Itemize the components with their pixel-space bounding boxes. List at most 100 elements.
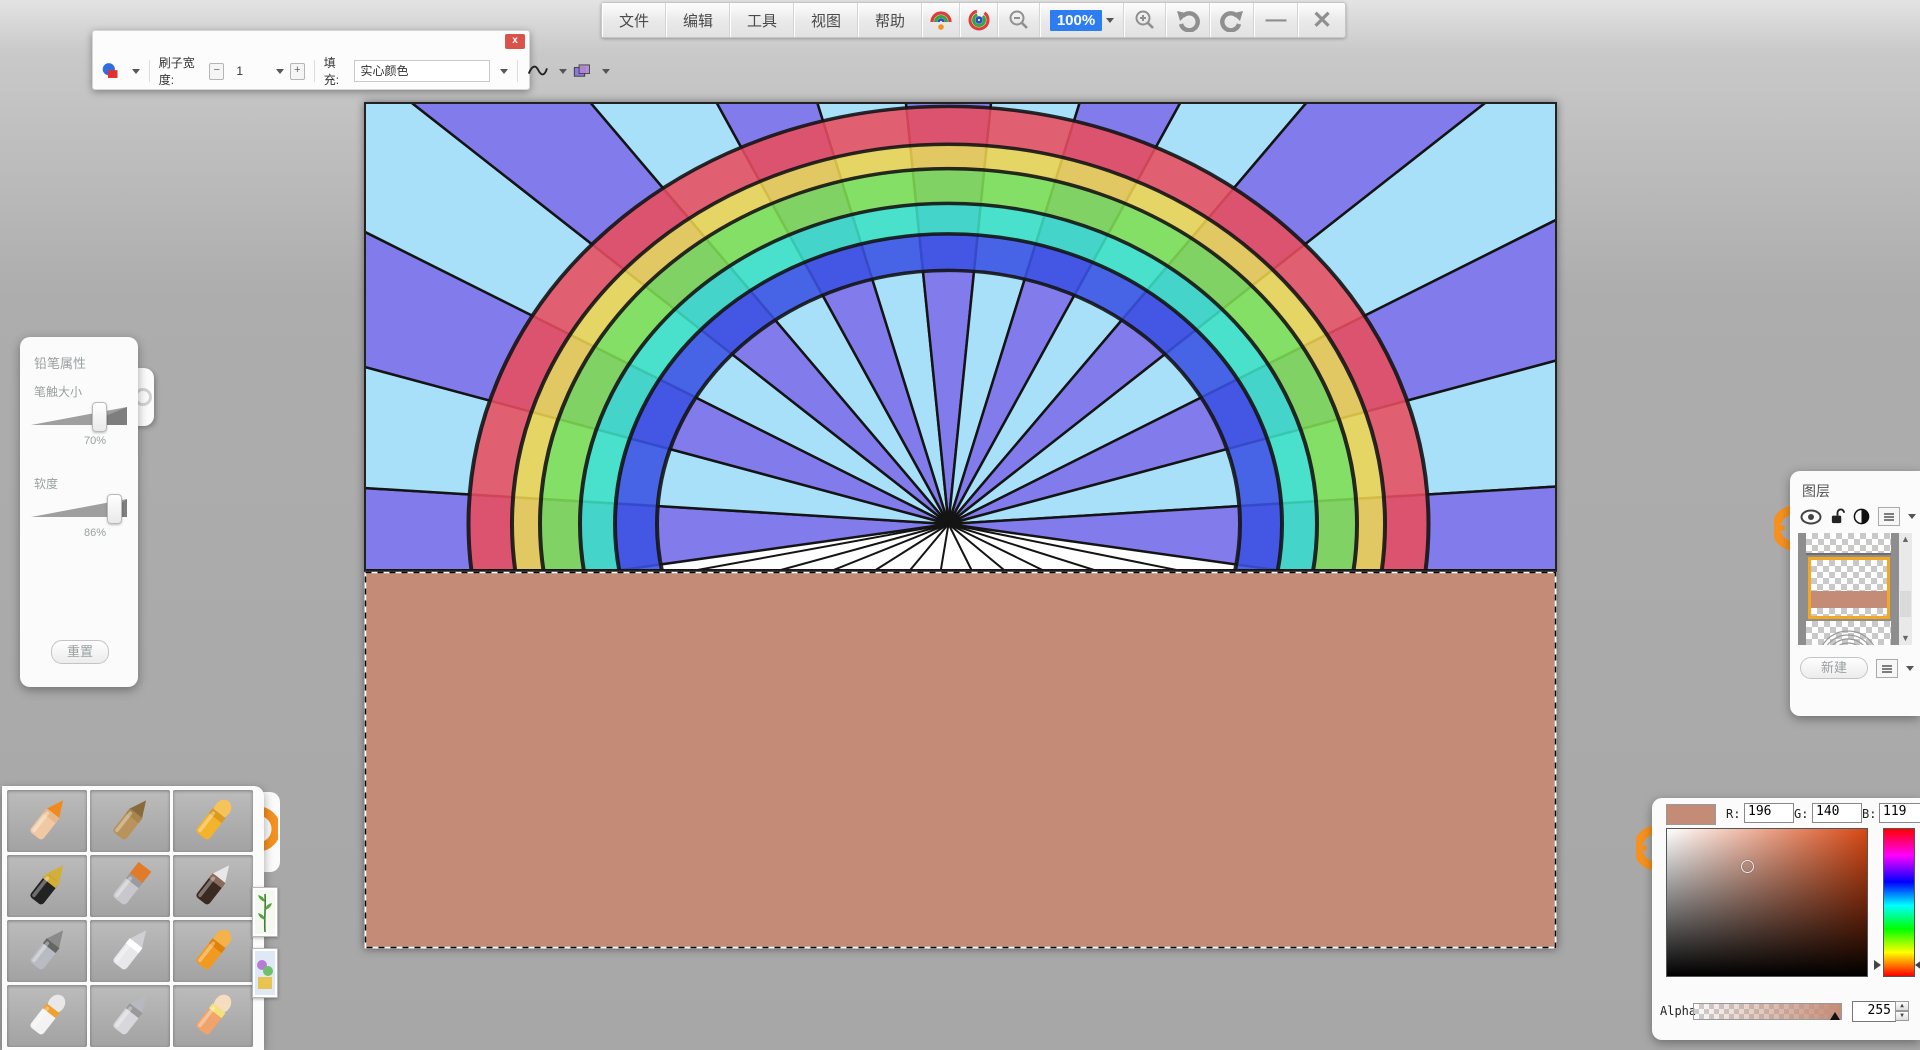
curve-dropdown-caret[interactable] (559, 69, 567, 74)
brush-width-value[interactable]: 1 (230, 64, 266, 78)
list-icon (1881, 664, 1893, 674)
layer-list-scrollbar[interactable]: ▲ ▼ (1899, 533, 1912, 645)
fill-mode-select[interactable]: 实心颜色 (354, 60, 491, 82)
tool-paint-roller[interactable] (173, 920, 253, 982)
tool-airbrush[interactable] (7, 920, 87, 982)
brush-width-decrease-button[interactable]: − (209, 63, 224, 80)
menu-help-label: 帮助 (875, 10, 905, 31)
shapes-dropdown-caret[interactable] (132, 69, 140, 74)
shapes-icon[interactable] (101, 61, 122, 81)
tool-crayon[interactable] (173, 790, 253, 852)
tool-paint-tube[interactable] (7, 985, 87, 1047)
reference-thumbnail-plant[interactable] (252, 887, 278, 937)
tools-grid (7, 790, 253, 1047)
zoom-level-field[interactable]: 100% (1050, 10, 1102, 31)
new-layer-button[interactable]: 新建 (1800, 657, 1868, 679)
menu-tools-label: 工具 (747, 10, 777, 31)
tool-ink-brush[interactable] (173, 855, 253, 917)
menu-help[interactable]: 帮助 (858, 3, 922, 37)
layer-thumb-ground-band (1811, 591, 1887, 608)
layers-blend-dropdown-caret[interactable] (602, 69, 610, 74)
zoom-in-icon (1134, 9, 1156, 31)
current-color-swatch (1666, 804, 1716, 825)
reference-thumbnail-picture[interactable] (252, 948, 278, 998)
divider (149, 60, 150, 82)
brush-size-label: 笔触大小 (34, 383, 82, 400)
scrollbar-thumb[interactable] (1900, 591, 1911, 617)
undo-button[interactable] (1166, 3, 1210, 37)
blue-input[interactable]: 119 (1879, 803, 1920, 823)
tool-flat-brush[interactable] (90, 855, 170, 917)
green-input[interactable]: 140 (1812, 803, 1862, 823)
brush-library-panel (2, 786, 264, 1050)
red-input[interactable]: 196 (1744, 803, 1794, 823)
redo-button[interactable] (1210, 3, 1254, 37)
tool-eraser[interactable] (173, 985, 253, 1047)
drawing-canvas[interactable] (364, 102, 1557, 949)
zoom-out-button[interactable] (998, 3, 1040, 37)
hue-slider[interactable] (1883, 828, 1915, 977)
brush-size-value: 70% (84, 435, 106, 447)
brush-width-dropdown-caret[interactable] (276, 69, 284, 74)
alpha-slider[interactable] (1693, 1003, 1842, 1020)
brush-size-slider[interactable] (31, 401, 127, 431)
pencil-properties-panel: 铅笔属性 笔触大小 70% 软度 86% 重置 (20, 337, 138, 687)
sv-cursor-icon[interactable] (1741, 860, 1754, 873)
close-button[interactable]: ✕ (1298, 3, 1345, 37)
layer-item-rainbow[interactable] (1806, 621, 1891, 645)
layer-list-options-button[interactable] (1876, 659, 1898, 678)
softness-slider[interactable] (31, 493, 127, 523)
zoom-level-control: 100% (1040, 3, 1124, 37)
tool-fountain-pen[interactable] (7, 855, 87, 917)
layer-menu-caret[interactable] (1908, 514, 1916, 519)
alpha-value-input[interactable]: 255 (1852, 1001, 1896, 1022)
brush-width-label: 刷子宽度: (159, 54, 204, 88)
zoom-dropdown-caret[interactable] (1106, 18, 1114, 23)
layer-menu-button[interactable] (1878, 507, 1900, 526)
hue-marker-right-icon[interactable] (1915, 960, 1920, 970)
fill-dropdown-caret[interactable] (500, 69, 508, 74)
tool-pencil[interactable] (7, 790, 87, 852)
alpha-decrement-button[interactable]: ▼ (1895, 1011, 1909, 1021)
divider (314, 60, 315, 82)
layers-blend-icon[interactable] (573, 62, 592, 80)
layer-visibility-eye-icon[interactable] (1800, 509, 1822, 525)
layer-item-top[interactable] (1806, 533, 1891, 555)
minimize-button[interactable]: — (1254, 3, 1298, 37)
softness-slider-thumb[interactable] (107, 494, 122, 524)
curve-smoothing-icon[interactable] (527, 62, 549, 80)
scroll-up-icon[interactable]: ▲ (1899, 533, 1912, 546)
layers-panel-title: 图层 (1802, 481, 1830, 501)
brush-toolbar-close-button[interactable]: x (505, 34, 525, 49)
menu-file[interactable]: 文件 (602, 3, 666, 37)
menu-edit[interactable]: 编辑 (666, 3, 730, 37)
layer-list-options-caret[interactable] (1906, 666, 1914, 671)
blue-label: B: (1862, 807, 1876, 821)
rainbow-face-icon[interactable] (922, 3, 960, 37)
list-icon (1883, 512, 1895, 522)
undo-icon (1176, 8, 1200, 32)
menu-edit-label: 编辑 (683, 10, 713, 31)
menu-view[interactable]: 视图 (794, 3, 858, 37)
scroll-down-icon[interactable]: ▼ (1899, 632, 1912, 645)
saturation-value-picker[interactable] (1666, 828, 1868, 977)
zoom-in-button[interactable] (1124, 3, 1166, 37)
menu-file-label: 文件 (619, 10, 649, 31)
layer-lock-icon[interactable] (1830, 508, 1845, 525)
menu-tools[interactable]: 工具 (730, 3, 794, 37)
brush-width-increase-button[interactable]: + (290, 63, 305, 80)
alpha-increment-button[interactable]: ▲ (1895, 1001, 1909, 1011)
rainbow-spiral-icon[interactable] (960, 3, 998, 37)
redo-icon (1220, 8, 1244, 32)
tool-palette-knife[interactable] (90, 920, 170, 982)
reset-button[interactable]: 重置 (51, 640, 109, 664)
tool-dip-pen[interactable] (90, 985, 170, 1047)
plant-thumbnail-icon (255, 890, 275, 934)
divider (517, 60, 518, 82)
brush-size-slider-thumb[interactable] (92, 402, 107, 432)
tool-wood-stick[interactable] (90, 790, 170, 852)
layer-item-selected[interactable] (1808, 557, 1890, 619)
alpha-marker-icon[interactable] (1830, 1012, 1840, 1020)
hue-marker-left-icon[interactable] (1874, 960, 1881, 970)
layer-blend-icon[interactable] (1853, 508, 1870, 525)
